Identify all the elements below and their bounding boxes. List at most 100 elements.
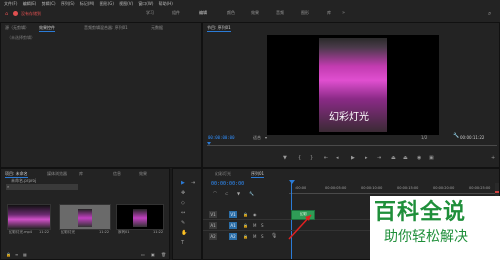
tab-metadata[interactable]: 元数据: [151, 25, 163, 31]
tab-sequence-source[interactable]: 幻彩灯光: [215, 171, 231, 177]
track-source-a2[interactable]: A2: [209, 233, 217, 240]
lift-icon[interactable]: ⏏: [391, 156, 396, 161]
icon-view-icon[interactable]: ▦: [23, 252, 27, 257]
workspace-libraries[interactable]: 库: [327, 10, 331, 16]
pen-tool-icon[interactable]: ✎: [181, 221, 185, 226]
menu-window[interactable]: 窗口(W): [138, 0, 153, 7]
search-input[interactable]: [6, 184, 78, 190]
track-target-a1[interactable]: A1: [229, 222, 237, 229]
hand-tool-icon[interactable]: ✋: [181, 231, 187, 236]
ruler-tick: 00:00:25:00: [469, 186, 491, 190]
eye-icon[interactable]: ◉: [253, 212, 257, 217]
selection-tool-icon[interactable]: ▶: [181, 181, 185, 186]
track-target-a2[interactable]: A2: [229, 233, 237, 240]
program-playhead-icon[interactable]: [207, 142, 211, 145]
marker-icon[interactable]: ▼: [283, 156, 287, 161]
track-select-tool-icon[interactable]: ⇥: [191, 181, 195, 186]
timeline-ruler[interactable]: [289, 193, 497, 194]
tab-effect-controls[interactable]: 效果控件: [39, 25, 55, 32]
program-ruler[interactable]: [207, 145, 497, 146]
export-frame-icon[interactable]: ◉: [417, 156, 421, 161]
lock-icon[interactable]: 🔒: [243, 234, 248, 239]
menu-view[interactable]: 视图(V): [119, 0, 133, 7]
program-monitor: 节目: 序列01 幻彩灯光 00:00:00:00 适合 ▾ 1/2 🔧 00:…: [202, 22, 500, 168]
track-source-v1[interactable]: V1: [209, 211, 217, 218]
mute-icon[interactable]: M: [253, 223, 256, 228]
menu-file[interactable]: 文件(F): [4, 0, 17, 7]
menu-clip[interactable]: 剪辑(C): [42, 0, 56, 7]
razor-tool-icon[interactable]: ◇: [181, 201, 185, 206]
wrench-icon[interactable]: 🔧: [249, 191, 254, 196]
tab-project[interactable]: 项目: 未命名: [5, 171, 28, 178]
resolution-fraction[interactable]: 1/2: [421, 135, 427, 140]
project-item-thumbnail[interactable]: [7, 204, 51, 230]
program-video[interactable]: 幻彩灯光: [267, 35, 439, 135]
lock-icon[interactable]: 🔒: [243, 212, 248, 217]
extract-icon[interactable]: ⏏: [403, 156, 408, 161]
tab-effects[interactable]: 效果: [139, 171, 147, 177]
tab-audio-clip-mixer[interactable]: 音频剪辑混合器: 序列01: [84, 25, 128, 31]
new-item-icon[interactable]: ▣: [151, 252, 155, 257]
type-tool-icon[interactable]: T: [181, 241, 184, 246]
tab-libraries[interactable]: 库: [79, 171, 83, 177]
menu-help[interactable]: 帮助(H): [159, 0, 173, 7]
chevron-down-icon[interactable]: ▾: [265, 135, 267, 140]
go-to-in-icon[interactable]: ⇤: [324, 156, 328, 161]
workspace-audio[interactable]: 音频: [276, 10, 284, 16]
project-item-thumbnail[interactable]: [59, 204, 111, 230]
tab-source[interactable]: 源（无剪辑）: [5, 25, 29, 31]
comparison-view-icon[interactable]: ▣: [429, 156, 434, 161]
project-item-thumbnail[interactable]: [116, 204, 164, 230]
workspace-bar: ⌂ 没有存储到 学习 组件 编辑 颜色 效果 音频 图形 库 » ⌕: [0, 7, 500, 23]
menu-edit[interactable]: 编辑(E): [23, 0, 37, 7]
workspace-assembly[interactable]: 组件: [172, 10, 180, 16]
mark-in-icon[interactable]: {: [298, 156, 301, 161]
mark-out-icon[interactable]: }: [310, 156, 313, 161]
add-button-icon[interactable]: +: [491, 156, 495, 161]
workspace-graphics[interactable]: 图形: [301, 10, 309, 16]
playhead-handle-icon[interactable]: [289, 180, 295, 184]
ruler-tick: :00:00: [295, 186, 307, 190]
ripple-edit-tool-icon[interactable]: ✥: [181, 191, 185, 196]
linked-selection-icon[interactable]: ⊂: [225, 191, 228, 196]
snap-icon[interactable]: ⌒: [213, 191, 217, 197]
trash-icon[interactable]: 🗑: [161, 252, 166, 257]
solo-icon[interactable]: S: [261, 223, 264, 228]
solo-icon[interactable]: S: [261, 234, 264, 239]
workspace-effects[interactable]: 效果: [251, 10, 259, 16]
tab-sequence-01[interactable]: 序列01: [251, 171, 265, 178]
menu-graphics[interactable]: 图形(G): [100, 0, 114, 7]
more-workspaces-icon[interactable]: »: [342, 10, 345, 16]
microphone-icon[interactable]: 🎙: [271, 233, 277, 239]
program-timecode[interactable]: 00:00:00:00: [208, 135, 235, 140]
tab-media-browser[interactable]: 媒体浏览器: [47, 171, 67, 177]
fit-dropdown[interactable]: 适合: [253, 135, 261, 141]
step-back-icon[interactable]: ◂: [336, 156, 339, 161]
track-source-a1[interactable]: A1: [209, 222, 217, 229]
list-view-icon[interactable]: ≡: [15, 252, 18, 257]
watermark-subtitle: 助你轻松解决: [384, 229, 468, 245]
wrench-icon[interactable]: 🔧: [453, 133, 459, 139]
home-icon[interactable]: ⌂: [5, 11, 8, 17]
new-bin-icon[interactable]: ▭: [141, 252, 145, 257]
step-forward-icon[interactable]: ▸: [365, 156, 368, 161]
go-to-out-icon[interactable]: ⇥: [377, 156, 381, 161]
menu-sequence[interactable]: 序列(S): [61, 0, 75, 7]
workspace-editing[interactable]: 编辑: [199, 10, 207, 16]
play-icon[interactable]: ▶: [351, 156, 355, 161]
timeline-timecode[interactable]: 00:00:00:00: [211, 181, 244, 187]
mute-icon[interactable]: M: [253, 234, 256, 239]
menu-markers[interactable]: 标记(M): [80, 0, 95, 7]
slip-tool-icon[interactable]: ↔: [181, 211, 185, 216]
tab-info[interactable]: 信息: [113, 171, 121, 177]
lock-icon[interactable]: 🔒: [6, 252, 11, 257]
tools-panel: ▶ ⇥ ✥ ◇ ↔ ✎ ✋ T: [172, 168, 202, 260]
lock-icon[interactable]: 🔒: [243, 223, 248, 228]
workspace-learn[interactable]: 学习: [146, 10, 154, 16]
tab-program[interactable]: 节目: 序列01: [207, 25, 231, 32]
add-marker-icon[interactable]: ▼: [237, 191, 240, 196]
track-target-v1[interactable]: V1: [229, 211, 237, 218]
workspace-color[interactable]: 颜色: [227, 10, 235, 16]
search-icon[interactable]: ⌕: [488, 10, 491, 18]
project-item-name: 序列01: [118, 230, 130, 234]
